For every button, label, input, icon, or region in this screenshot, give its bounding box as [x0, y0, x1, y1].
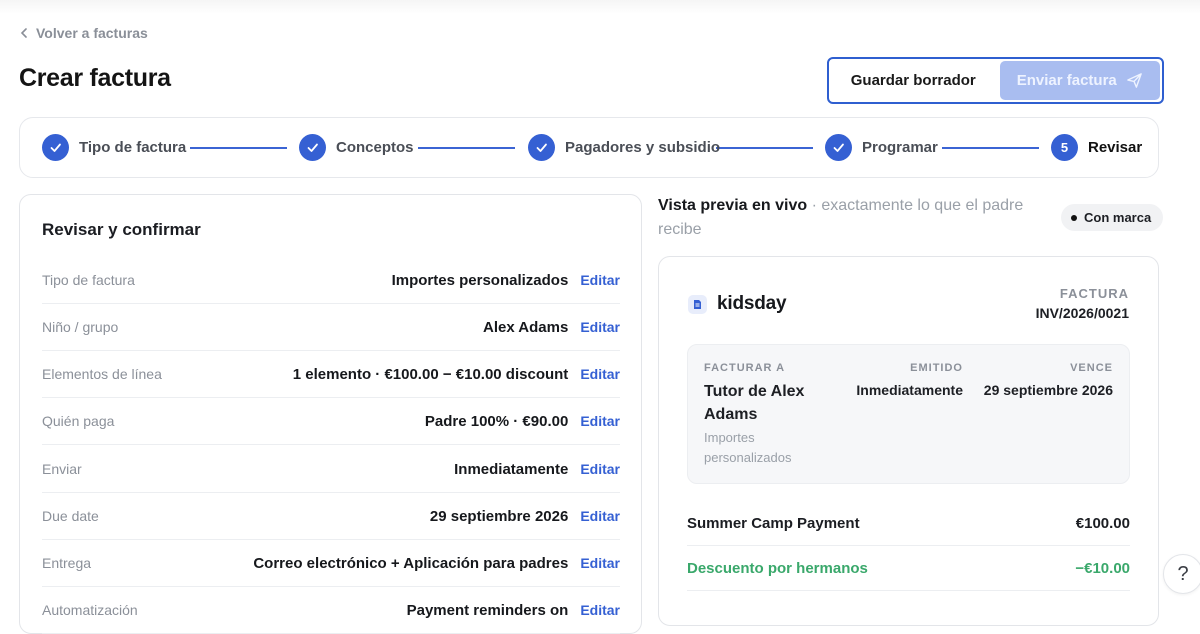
edit-link[interactable]: Editar: [580, 366, 620, 382]
save-draft-button[interactable]: Guardar borrador: [831, 61, 996, 101]
review-title: Revisar y confirmar: [42, 220, 201, 239]
line-amount: −€10.00: [1075, 559, 1130, 577]
step-schedule[interactable]: Programar: [825, 134, 938, 161]
preview-heading: Vista previa en vivo · exactamente lo qu…: [658, 194, 1048, 242]
brand-logo: kidsday: [688, 293, 787, 315]
branding-chip-label: Con marca: [1084, 210, 1152, 225]
review-row-value: Correo electrónico + Aplicación para pad…: [253, 554, 569, 572]
check-icon: [42, 134, 69, 161]
issued-label: EMITIDO: [910, 362, 963, 374]
edit-link[interactable]: Editar: [580, 461, 620, 477]
bill-to-label: FACTURAR A: [704, 362, 786, 374]
due-value: 29 septiembre 2026: [983, 382, 1113, 398]
review-row-label: Elementos de línea: [42, 366, 162, 382]
review-row-value: 29 septiembre 2026: [429, 507, 569, 525]
review-row-label: Automatización: [42, 602, 138, 618]
bill-to-sub: Importes personalizados: [704, 430, 792, 465]
step-label: Programar: [862, 139, 938, 156]
review-row-label: Quién paga: [42, 413, 115, 429]
back-link-label: Volver a facturas: [36, 25, 148, 41]
line-label: Summer Camp Payment: [687, 514, 860, 532]
review-row-label: Due date: [42, 508, 99, 524]
review-row: Automatización Payment reminders on Edit…: [42, 587, 620, 634]
review-row: Tipo de factura Importes personalizados …: [42, 257, 620, 304]
step-label: Tipo de factura: [79, 139, 187, 156]
step-connector: [418, 147, 515, 149]
review-row: Enviar Inmediatamente Editar: [42, 446, 620, 493]
send-invoice-button[interactable]: Enviar factura: [999, 61, 1160, 100]
review-row-label: Enviar: [42, 461, 82, 477]
invoice-preview: kidsday FACTURA INV/2026/0021 FACTURAR A…: [658, 256, 1159, 626]
check-icon: [825, 134, 852, 161]
step-label: Revisar: [1088, 139, 1143, 156]
step-label: Pagadores y subsidio: [565, 139, 721, 156]
edit-link[interactable]: Editar: [580, 555, 620, 571]
step-number: 5: [1051, 134, 1078, 161]
review-row-label: Entrega: [42, 555, 92, 571]
step-review[interactable]: 5 Revisar: [1051, 134, 1142, 161]
line-label: Descuento por hermanos: [687, 559, 868, 577]
review-row: Quién paga Padre 100% · €90.00 Editar: [42, 398, 620, 445]
review-row-value: Inmediatamente: [454, 460, 569, 478]
invoice-kicker: FACTURA: [1059, 286, 1129, 301]
invoice-line-discount: Descuento por hermanos −€10.00: [687, 546, 1130, 591]
review-row-value: 1 elemento · €100.00 − €10.00 discount: [292, 365, 569, 383]
brand-name: kidsday: [717, 293, 787, 314]
top-edge: [0, 0, 1200, 14]
action-group: Guardar borrador Enviar factura: [827, 57, 1164, 104]
edit-link[interactable]: Editar: [580, 272, 620, 288]
edit-link[interactable]: Editar: [580, 508, 620, 524]
page-title: Crear factura: [19, 64, 171, 92]
dot-icon: [1071, 214, 1077, 221]
edit-link[interactable]: Editar: [580, 319, 620, 335]
invoice-meta: FACTURAR A Tutor de Alex Adams Importes …: [687, 344, 1130, 484]
send-icon: [1126, 73, 1142, 88]
review-row-value: Padre 100% · €90.00: [424, 412, 569, 430]
check-icon: [299, 134, 326, 161]
document-icon: [688, 294, 707, 314]
review-panel: Revisar y confirmar Tipo de factura Impo…: [19, 194, 642, 634]
review-row-value: Importes personalizados: [391, 271, 569, 289]
send-invoice-label: Enviar factura: [1016, 72, 1117, 89]
step-invoice-type[interactable]: Tipo de factura: [42, 134, 186, 161]
edit-link[interactable]: Editar: [580, 413, 620, 429]
bill-to-name: Tutor de Alex Adams: [704, 383, 805, 423]
review-row-value: Payment reminders on: [406, 601, 569, 619]
step-connector: [942, 147, 1039, 149]
invoice-number: INV/2026/0021: [1035, 305, 1129, 321]
chevron-left-icon: [20, 28, 27, 38]
help-button[interactable]: ?: [1163, 554, 1200, 594]
invoice-line: Summer Camp Payment €100.00: [687, 501, 1130, 546]
review-row: Niño / grupo Alex Adams Editar: [42, 304, 620, 351]
review-row-label: Tipo de factura: [42, 272, 135, 288]
step-label: Conceptos: [336, 139, 414, 156]
review-row: Due date 29 septiembre 2026 Editar: [42, 493, 620, 540]
step-payers[interactable]: Pagadores y subsidio: [528, 134, 720, 161]
step-connector: [716, 147, 813, 149]
issued-value: Inmediatamente: [856, 382, 963, 398]
review-row: Entrega Correo electrónico + Aplicación …: [42, 540, 620, 587]
review-row-label: Niño / grupo: [42, 319, 119, 335]
due-label: VENCE: [1070, 362, 1113, 374]
line-amount: €100.00: [1075, 514, 1130, 532]
step-concepts[interactable]: Conceptos: [299, 134, 414, 161]
review-row-value: Alex Adams: [483, 318, 569, 336]
review-row: Elementos de línea 1 elemento · €100.00 …: [42, 351, 620, 398]
edit-link[interactable]: Editar: [580, 602, 620, 618]
step-indicator: Tipo de factura Conceptos Pagadores y su…: [19, 117, 1159, 178]
check-icon: [528, 134, 555, 161]
step-connector: [190, 147, 287, 149]
back-link[interactable]: Volver a facturas: [20, 25, 148, 41]
branding-chip[interactable]: Con marca: [1061, 204, 1164, 231]
preview-title: Vista previa en vivo: [658, 197, 808, 214]
